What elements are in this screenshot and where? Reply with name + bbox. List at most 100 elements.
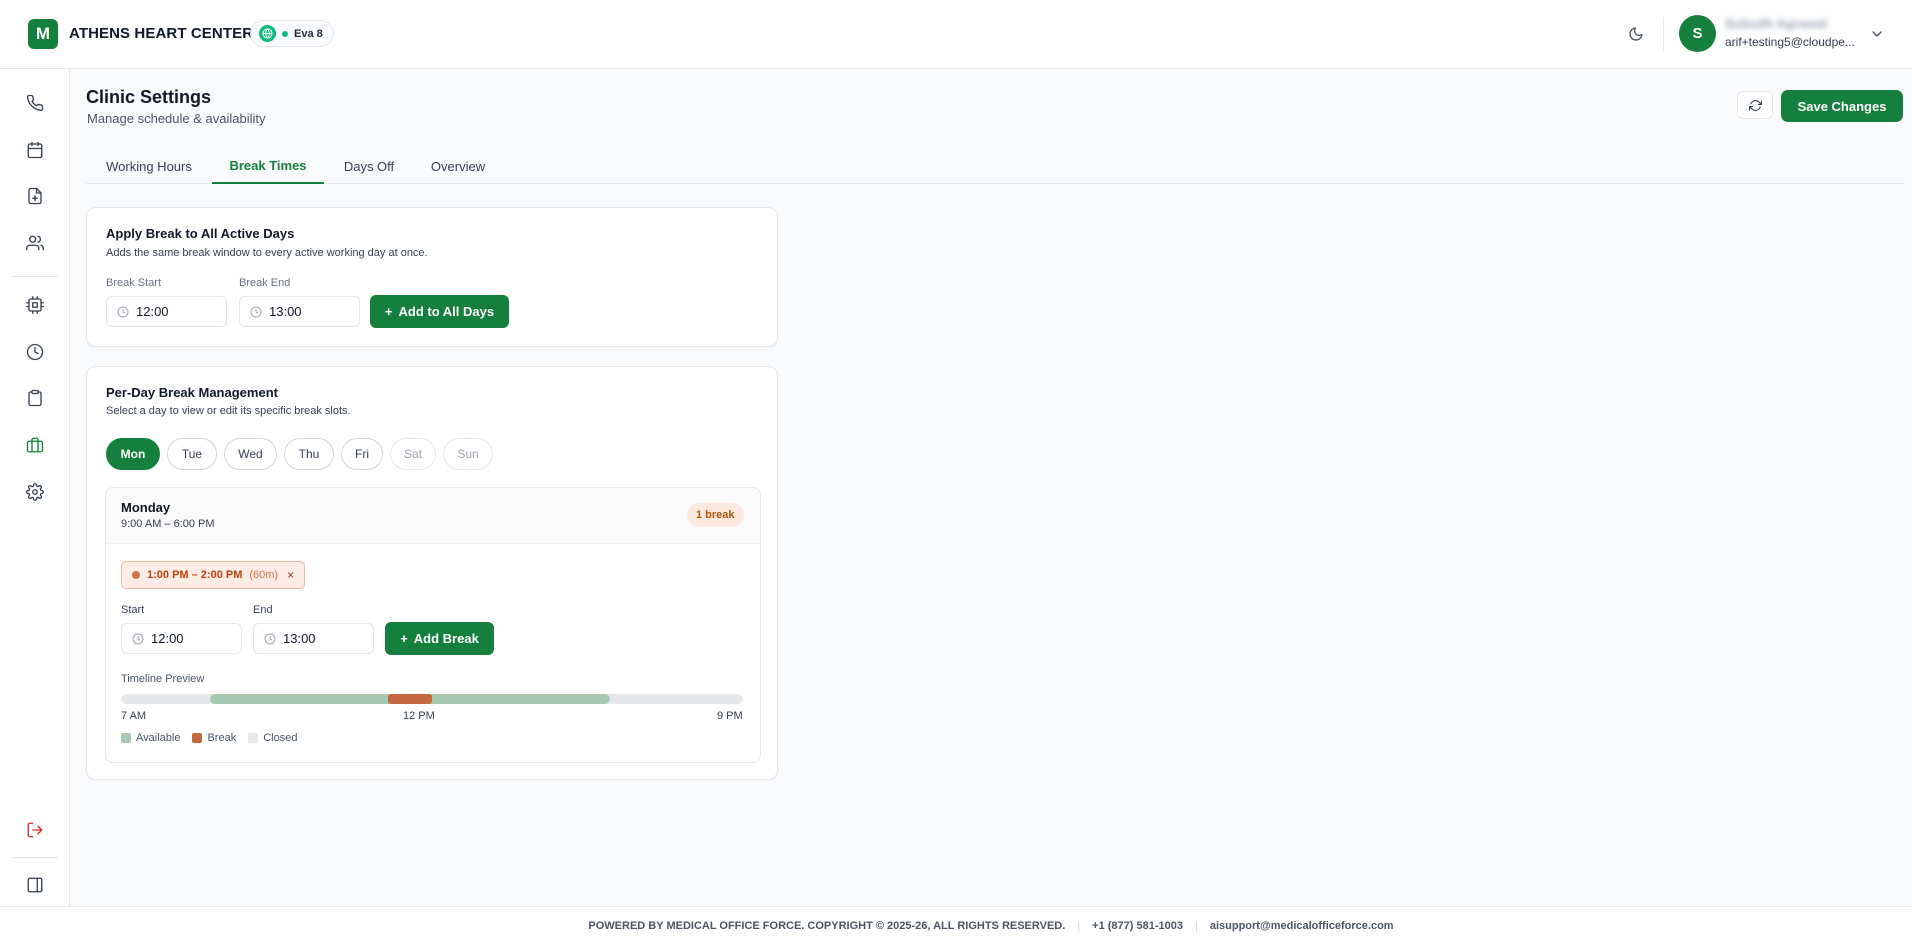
slot-start-value: 12:00: [151, 631, 184, 646]
tab-days-off[interactable]: Days Off: [324, 148, 414, 184]
org-name: ATHENS HEART CENTER: [69, 25, 254, 42]
logout-icon[interactable]: [23, 818, 47, 842]
app-logo[interactable]: M: [28, 19, 58, 49]
user-email: arif+testing5@cloudpe...: [1725, 35, 1855, 49]
calendar-icon[interactable]: [23, 138, 47, 162]
legend-break: Break: [192, 732, 236, 744]
break-end-value: 13:00: [269, 304, 302, 319]
footer-separator: |: [1195, 920, 1198, 932]
end-label: End: [253, 604, 273, 616]
slot-end-value: 13:00: [283, 631, 316, 646]
avatar[interactable]: S: [1679, 15, 1716, 52]
slot-time: 1:00 PM – 2:00 PM: [147, 569, 243, 581]
day-chip-sun[interactable]: Sun: [443, 438, 493, 470]
cpu-icon[interactable]: [23, 293, 47, 317]
plus-icon: +: [384, 304, 393, 319]
save-changes-button[interactable]: Save Changes: [1781, 90, 1903, 122]
plus-icon: +: [400, 631, 408, 646]
clipboard-icon[interactable]: [23, 386, 47, 410]
day-detail-panel: Monday 9:00 AM – 6:00 PM 1 break 1:00 PM…: [105, 487, 761, 763]
moon-icon[interactable]: [1624, 22, 1648, 46]
top-bar: M ATHENS HEART CENTER Eva 8 S Subodh Agr…: [0, 0, 1912, 69]
timeline-tick-end: 9 PM: [717, 710, 743, 722]
start-label: Start: [121, 604, 145, 616]
day-panel-header: Monday 9:00 AM – 6:00 PM 1 break: [106, 488, 760, 544]
tab-overview[interactable]: Overview: [414, 148, 502, 184]
phone-icon[interactable]: [23, 91, 47, 115]
break-end-input[interactable]: 13:00: [239, 296, 360, 327]
timeline-label: Timeline Preview: [121, 673, 205, 685]
legend-available: Available: [121, 732, 180, 744]
day-chip-thu[interactable]: Thu: [284, 438, 334, 470]
status-dot: [282, 30, 288, 37]
refresh-button[interactable]: [1737, 91, 1773, 119]
slot-duration: (60m): [249, 569, 279, 581]
add-to-all-days-button[interactable]: + Add to All Days: [370, 295, 509, 328]
clock-icon: [264, 633, 276, 644]
sidebar: [0, 69, 70, 906]
tab-break-times[interactable]: Break Times: [212, 148, 324, 184]
break-end-label: Break End: [239, 277, 291, 289]
clock-icon: [250, 306, 262, 317]
day-chip-fri[interactable]: Fri: [341, 438, 383, 470]
button-label: Add to All Days: [398, 304, 495, 319]
slot-end-input[interactable]: 13:00: [253, 623, 374, 654]
footer-copyright: POWERED BY MEDICAL OFFICE FORCE. COPYRIG…: [588, 920, 1066, 932]
legend-label: Available: [136, 732, 181, 744]
day-hours: 9:00 AM – 6:00 PM: [121, 518, 215, 530]
break-slot-chip: 1:00 PM – 2:00 PM (60m) ×: [121, 561, 306, 589]
add-break-button[interactable]: + Add Break: [385, 622, 494, 655]
day-chip-wed[interactable]: Wed: [224, 438, 277, 470]
users-icon[interactable]: [23, 231, 47, 255]
day-name: Monday: [121, 500, 171, 515]
globe-icon: [259, 25, 276, 42]
footer-phone[interactable]: +1 (877) 581-1003: [1092, 920, 1183, 932]
timeline-tick-start: 7 AM: [121, 710, 147, 722]
break-count-badge: 1 break: [687, 503, 744, 527]
page-subtitle: Manage schedule & availability: [87, 111, 266, 126]
break-start-value: 12:00: [136, 304, 169, 319]
card-title: Per-Day Break Management: [106, 385, 278, 400]
file-plus-icon[interactable]: [23, 184, 47, 208]
button-label: Add Break: [413, 631, 479, 646]
sidebar-toggle-icon[interactable]: [23, 873, 47, 897]
agent-badge[interactable]: Eva 8: [250, 20, 334, 47]
nav-divider: [12, 276, 58, 277]
legend-swatch: [248, 733, 259, 743]
clock-icon: [117, 306, 129, 317]
card-title: Apply Break to All Active Days: [106, 226, 295, 241]
legend-label: Break: [207, 732, 237, 744]
timeline-legend: Available Break Closed: [121, 732, 297, 744]
timeline-tick-mid: 12 PM: [403, 710, 435, 722]
close-icon[interactable]: ×: [287, 568, 294, 582]
nav-divider: [12, 857, 58, 858]
clock-icon: [132, 633, 144, 644]
per-day-card: Per-Day Break Management Select a day to…: [86, 366, 778, 780]
legend-swatch: [121, 733, 131, 743]
break-start-input[interactable]: 12:00: [106, 296, 227, 327]
page-title: Clinic Settings: [86, 87, 212, 107]
tab-working-hours[interactable]: Working Hours: [86, 148, 212, 184]
slot-dot: [132, 571, 140, 579]
clock-icon[interactable]: [23, 340, 47, 364]
gear-icon[interactable]: [23, 480, 47, 504]
slot-start-input[interactable]: 12:00: [121, 623, 242, 654]
card-description: Adds the same break window to every acti…: [106, 247, 428, 259]
user-name: Subodh Agrawal: [1725, 16, 1828, 31]
break-start-label: Break Start: [106, 277, 162, 289]
header-divider: [1663, 17, 1664, 51]
refresh-icon: [1748, 99, 1762, 111]
legend-label: Closed: [263, 732, 298, 744]
day-chip-tue[interactable]: Tue: [167, 438, 217, 470]
briefcase-icon[interactable]: [23, 433, 47, 457]
timeline-break-segment: [387, 694, 432, 704]
settings-tabs: Working Hours Break Times Days Off Overv…: [86, 148, 1904, 184]
chevron-down-icon[interactable]: [1869, 26, 1885, 42]
card-description: Select a day to view or edit its specifi…: [106, 405, 351, 417]
footer-separator: |: [1077, 920, 1081, 932]
apply-all-card: Apply Break to All Active Days Adds the …: [86, 207, 778, 347]
agent-label: Eva 8: [294, 27, 323, 40]
day-chip-sat[interactable]: Sat: [390, 438, 436, 470]
footer-email[interactable]: aisupport@medicalofficeforce.com: [1210, 920, 1394, 932]
day-chip-mon[interactable]: Mon: [106, 438, 160, 470]
